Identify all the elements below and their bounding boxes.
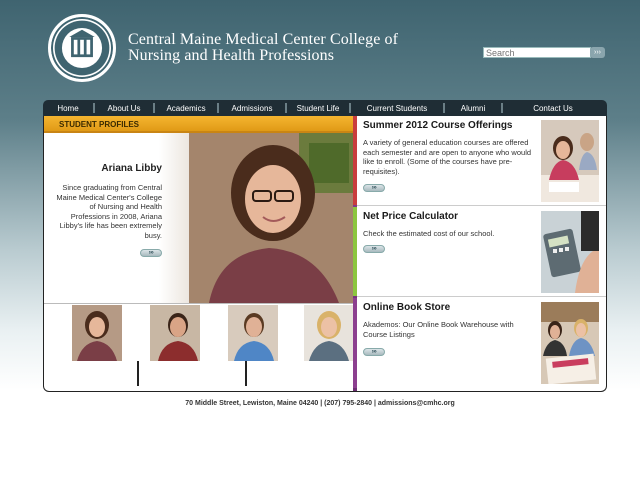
college-name-line2: Nursing and Health Professions [128,47,335,64]
student-profiles-header: STUDENT PROFILES [44,116,353,133]
nav-contact-us[interactable]: Contact Us [503,104,603,113]
card-accent-bar [353,116,357,205]
card-more-button[interactable]: ››› [363,348,385,356]
search-input[interactable] [483,47,591,58]
thumbnail-divider [245,361,247,386]
card-more-button[interactable]: ››› [363,184,385,192]
featured-more-button[interactable]: ››› [140,249,162,257]
card-image [541,120,599,202]
nav-about-us[interactable]: About Us [95,104,153,113]
card-title[interactable]: Online Book Store [363,302,450,313]
profile-thumbnail[interactable] [304,305,354,361]
thumbnail-divider [137,361,139,386]
student-profiles-heading: STUDENT PROFILES [59,120,140,129]
search-go-button[interactable]: ››› [590,47,605,58]
featured-profile: Ariana Libby Since graduating from Centr… [44,133,353,303]
profile-thumbnail[interactable] [228,305,278,361]
student-profiles-panel: STUDENT PROFILES Ariana Libby Since grad… [44,116,354,391]
card-accent-bar [353,298,357,388]
feature-cards: Summer 2012 Course Offerings A variety o… [353,116,606,391]
nav-home[interactable]: Home [43,104,93,113]
main-content: STUDENT PROFILES Ariana Libby Since grad… [43,116,607,392]
profile-thumbnail[interactable] [72,305,122,361]
college-name[interactable]: Central Maine Medical Center College of … [128,32,398,64]
card-online-book-store: Online Book Store Akademos: Our Online B… [353,298,606,388]
main-nav: Home About Us Academics Admissions Stude… [43,100,607,116]
featured-student-name[interactable]: Ariana Libby [52,163,162,174]
card-text: Akademos: Our Online Book Warehouse with… [363,320,514,339]
nav-current-students[interactable]: Current Students [351,104,443,113]
featured-student-text: Since graduating from Central Maine Medi… [56,183,162,240]
card-title[interactable]: Net Price Calculator [363,211,458,222]
card-text: Check the estimated cost of our school. [363,229,495,238]
college-name-line1: Central Maine Medical Center College of [128,31,399,48]
card-summer-courses: Summer 2012 Course Offerings A variety o… [353,116,606,206]
card-title[interactable]: Summer 2012 Course Offerings [363,120,513,131]
card-image [541,211,599,293]
card-net-price: Net Price Calculator Check the estimated… [353,207,606,297]
card-accent-bar [353,207,357,296]
nav-academics[interactable]: Academics [155,104,217,113]
card-more-button[interactable]: ››› [363,245,385,253]
nav-alumni[interactable]: Alumni [445,104,501,113]
nav-admissions[interactable]: Admissions [219,104,285,113]
featured-student-photo [189,133,353,303]
footer-contact: 70 Middle Street, Lewiston, Maine 04240 … [185,400,455,407]
college-seal-logo[interactable] [48,14,116,82]
card-text: A variety of general education courses a… [363,138,532,176]
profile-thumbnails [44,303,354,391]
nav-student-life[interactable]: Student Life [287,104,349,113]
card-image [541,302,599,384]
profile-thumbnail[interactable] [150,305,200,361]
